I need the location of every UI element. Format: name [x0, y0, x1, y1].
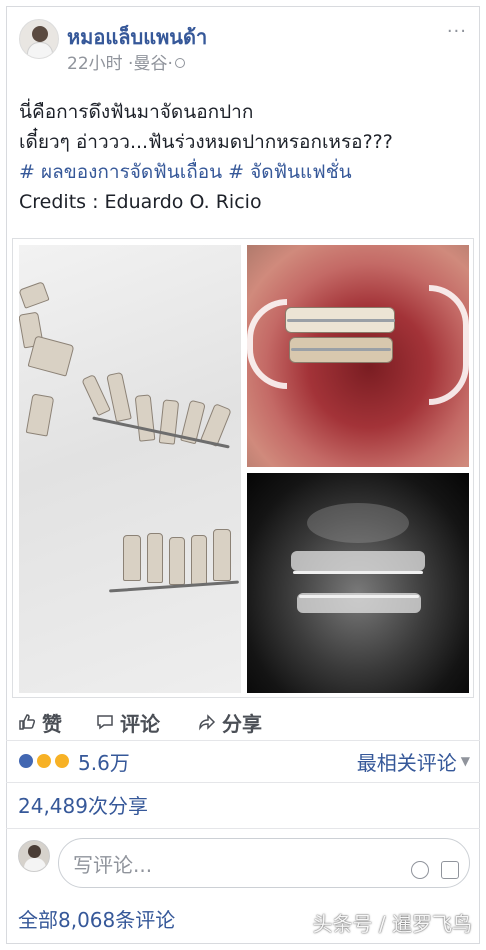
comment-sort-dropdown[interactable]: 最相关评论 ▼ — [357, 746, 470, 776]
wow-reaction-icon — [36, 753, 52, 769]
like-reaction-icon — [18, 753, 34, 769]
divider — [6, 740, 480, 741]
post-timestamp[interactable]: 22小时 ·曼谷· — [67, 49, 185, 74]
sticker-icon[interactable] — [441, 861, 459, 879]
post-actions-bar: 赞 评论 分享 — [12, 704, 474, 740]
divider — [6, 782, 480, 783]
comment-placeholder: 写评论... — [73, 852, 153, 877]
post-hashtags[interactable]: # ผลของการจัดฟันเถื่อน # จัดฟันแฟชั่น — [19, 157, 469, 187]
globe-icon — [174, 58, 185, 68]
user-avatar-body — [24, 858, 46, 871]
thumbs-up-icon — [19, 714, 36, 730]
share-arrow-icon — [199, 714, 216, 731]
comment-sort-label: 最相关评论 — [356, 750, 457, 775]
smiley-icon[interactable] — [411, 861, 429, 879]
user-avatar-head — [28, 845, 41, 858]
comment-label: 评论 — [120, 711, 160, 736]
like-label: 赞 — [42, 711, 62, 736]
divider — [6, 828, 480, 829]
avatar-body — [27, 42, 53, 58]
share-label: 分享 — [222, 711, 262, 736]
more-options-icon[interactable]: ··· — [447, 21, 467, 42]
comment-composer: 写评论... — [18, 838, 470, 890]
post-header: หมอแล็บแพนด้า 22小时 ·曼谷· ··· — [19, 19, 467, 74]
reactions-summary[interactable]: 5.6万 — [18, 746, 130, 776]
like-button[interactable]: 赞 — [18, 704, 62, 740]
view-all-comments-link[interactable]: 全部8,068条评论 — [18, 904, 175, 933]
reaction-count: 5.6万 — [78, 750, 130, 775]
share-count-link[interactable]: 24,489次分享 — [18, 790, 148, 819]
comment-bubble-icon — [97, 715, 113, 730]
photo-collage[interactable] — [12, 238, 474, 698]
watermark-text: 头条号 / 暹罗飞鸟 — [312, 912, 472, 936]
post-credits: Credits : Eduardo O. Ricio — [19, 191, 262, 213]
post-text-line-2: เดี๋ยวๆ อ่าววว...ฟันร่วงหมดปากหรอกเหรอ??… — [19, 131, 393, 153]
post-body: นี่คือการดึงฟันมาจัดนอกปาก เดี๋ยวๆ อ่าวว… — [19, 97, 469, 217]
comment-input[interactable]: 写评论... — [58, 838, 470, 888]
post-time-text: 22小时 ·曼谷· — [67, 54, 173, 74]
page-avatar[interactable] — [19, 19, 59, 59]
photo-extracted-teeth[interactable] — [19, 245, 241, 693]
post-text-line-1: นี่คือการดึงฟันมาจัดนอกปาก — [19, 101, 254, 123]
photo-xray[interactable] — [247, 473, 469, 693]
comment-button[interactable]: 评论 — [96, 704, 160, 740]
avatar-head — [32, 26, 48, 42]
photo-mouth-braces[interactable] — [247, 245, 469, 467]
user-avatar — [18, 840, 50, 872]
composer-icons — [411, 861, 459, 879]
chevron-down-icon: ▼ — [460, 754, 470, 768]
share-button[interactable]: 分享 — [198, 704, 262, 740]
sad-reaction-icon — [54, 753, 70, 769]
